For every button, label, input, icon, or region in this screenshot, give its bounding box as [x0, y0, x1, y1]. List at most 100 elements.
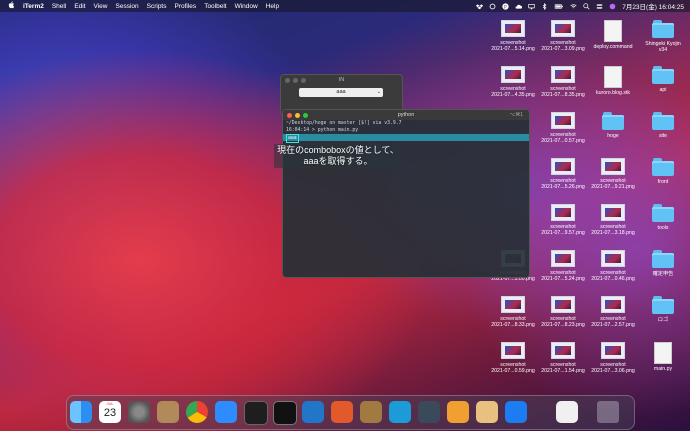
trash-icon[interactable]: [597, 401, 619, 423]
desktop-icon-screenshot[interactable]: screenshot 2021-07...8.23.png: [536, 296, 590, 328]
desktop-icon-folder[interactable]: hoge: [586, 112, 640, 139]
control-center-icon[interactable]: [596, 3, 603, 10]
desktop-icon-doc[interactable]: main.py: [636, 342, 690, 372]
screenshot-thumbnail-icon: [551, 204, 575, 221]
desktop-icon-screenshot[interactable]: screenshot 2021-07...1.54.png: [536, 342, 590, 374]
finder-icon[interactable]: [70, 401, 92, 423]
p-icon[interactable]: P: [502, 2, 509, 10]
screenshot-thumbnail-icon: [551, 112, 575, 129]
desktop-icon-screenshot[interactable]: screenshot 2021-07...5.14.png: [486, 20, 540, 52]
in-window-title: IN: [338, 77, 345, 83]
chrome-icon[interactable]: [186, 401, 208, 423]
iterm-icon[interactable]: [273, 401, 297, 425]
desktop-icon-sublabel: 2021-07...3.18.png: [591, 230, 635, 236]
desktop-icon-sublabel: 2021-07...2.57.png: [591, 322, 635, 328]
desktop-icon-screenshot[interactable]: screenshot 2021-07...9.57.png: [536, 204, 590, 236]
battery-icon[interactable]: [554, 3, 564, 10]
desktop-icon-folder[interactable]: ロゴ: [636, 296, 690, 323]
desktop-icon-doc[interactable]: kuroro.blog.stk: [586, 66, 640, 96]
desktop-icon-label: kuroro.blog.stk: [595, 90, 631, 96]
desktop-icon-screenshot[interactable]: screenshot 2021-07...5.26.png: [536, 158, 590, 190]
folder-icon: [652, 112, 674, 130]
desktop-icon-doc[interactable]: deploy.command: [586, 20, 640, 50]
desktop-icon-screenshot[interactable]: screenshot 2021-07...0.46.png: [586, 250, 640, 282]
caption-line-2: aaaを取得する。: [303, 156, 373, 166]
desktop-icon-sublabel: 2021-07...9.21.png: [591, 184, 635, 190]
desktop-icon-label: front: [657, 179, 669, 185]
desktop-icon-folder[interactable]: 確定申告: [636, 250, 690, 277]
preview-icon[interactable]: [476, 401, 498, 423]
screenshot-thumbnail-icon: [551, 296, 575, 313]
document-icon[interactable]: [556, 401, 578, 423]
dropbox-icon[interactable]: [476, 3, 484, 10]
docker-icon[interactable]: [389, 401, 411, 423]
close-button[interactable]: [285, 78, 290, 83]
chevron-down-icon[interactable]: ⌄: [377, 88, 381, 97]
activity-icon[interactable]: [331, 401, 353, 423]
desktop-icon-sublabel: 2021-07...8.23.png: [541, 322, 585, 328]
zoom-button[interactable]: [301, 78, 306, 83]
sourcetree-icon[interactable]: [447, 401, 469, 423]
desktop-icon-screenshot[interactable]: screenshot 2021-07...5.24.png: [536, 250, 590, 282]
minimize-button[interactable]: [293, 78, 298, 83]
menu-scripts[interactable]: Scripts: [143, 3, 171, 10]
menu-shell[interactable]: Shell: [48, 3, 70, 10]
desktop-icon-folder[interactable]: Shingeki Kyojin v34: [636, 20, 690, 53]
archive-utility-icon[interactable]: [360, 401, 382, 423]
screenshot-thumbnail-icon: [501, 342, 525, 359]
menu-clock[interactable]: 7月23日(金) 16:04:25: [622, 1, 684, 11]
quicktime-icon[interactable]: [418, 401, 440, 423]
desktop-icon-screenshot[interactable]: screenshot 2021-07...4.35.png: [486, 66, 540, 98]
spotlight-search-icon[interactable]: [583, 2, 590, 10]
desktop-icon-screenshot[interactable]: screenshot 2021-07...8.33.png: [486, 296, 540, 328]
menu-edit[interactable]: Edit: [70, 3, 89, 10]
desktop-icon-sublabel: 2021-07...5.26.png: [541, 184, 585, 190]
desktop-icon-screenshot[interactable]: screenshot 2021-07...0.57.png: [536, 112, 590, 144]
display-icon[interactable]: [528, 3, 535, 10]
menu-view[interactable]: View: [90, 3, 112, 10]
desktop-icon-screenshot[interactable]: screenshot 2021-07...0.59.png: [486, 342, 540, 374]
desktop-icon-screenshot[interactable]: screenshot 2021-07...2.57.png: [586, 296, 640, 328]
terminal-command-line: 16:04:14 > python main.py: [286, 128, 359, 133]
desktop-icon-folder[interactable]: front: [636, 158, 690, 185]
menu-app-name[interactable]: iTerm2: [19, 3, 48, 10]
zoom-button[interactable]: [303, 113, 308, 118]
desktop-icon-folder[interactable]: tools: [636, 204, 690, 231]
minimize-button[interactable]: [295, 113, 300, 118]
desktop-icon-folder[interactable]: api: [636, 66, 690, 93]
terminal-prompt-line: ~/Desktop/hoge on master [$!] via v3.9.7: [286, 121, 402, 126]
apple-icon[interactable]: [4, 1, 19, 11]
calendar-icon[interactable]: JUL 23: [99, 401, 121, 423]
menu-window[interactable]: Window: [231, 3, 262, 10]
document-icon: [604, 20, 622, 42]
combobox[interactable]: aaa ⌄: [299, 88, 383, 97]
siri-icon[interactable]: [609, 3, 616, 10]
dock: JUL 23: [66, 395, 635, 430]
bluetooth-icon[interactable]: [541, 2, 548, 10]
desktop-icon-screenshot[interactable]: screenshot 2021-07...9.21.png: [586, 158, 640, 190]
infinity-icon[interactable]: [505, 401, 527, 423]
zoom-icon[interactable]: [215, 401, 237, 423]
menu-profiles[interactable]: Profiles: [171, 3, 201, 10]
document-icon: [604, 66, 622, 88]
terminal-icon[interactable]: [244, 401, 268, 425]
close-button[interactable]: [287, 113, 292, 118]
wifi-icon[interactable]: [570, 3, 577, 10]
menu-help[interactable]: Help: [262, 3, 283, 10]
cloud-icon[interactable]: [515, 3, 523, 10]
contacts-icon[interactable]: [157, 401, 179, 423]
desktop-icon-screenshot[interactable]: screenshot 2021-07...3.18.png: [586, 204, 640, 236]
sync-icon[interactable]: [489, 3, 496, 10]
vscode-icon[interactable]: [302, 401, 324, 423]
terminal-window[interactable]: python ⌥⌘1 ~/Desktop/hoge on master [$!]…: [282, 109, 530, 278]
desktop-icon-screenshot[interactable]: screenshot 2021-07...3.06.png: [586, 342, 640, 374]
in-window-titlebar[interactable]: IN: [281, 75, 402, 86]
desktop-icon-folder[interactable]: site: [636, 112, 690, 139]
combobox-value: aaa: [336, 89, 346, 95]
menu-session[interactable]: Session: [112, 3, 143, 10]
menu-toolbelt[interactable]: Toolbelt: [200, 3, 230, 10]
desktop-icon-screenshot[interactable]: screenshot 2021-07...3.09.png: [536, 20, 590, 52]
terminal-titlebar[interactable]: python ⌥⌘1: [283, 110, 529, 120]
system-preferences-icon[interactable]: [128, 401, 150, 423]
desktop-icon-screenshot[interactable]: screenshot 2021-07...8.35.png: [536, 66, 590, 98]
